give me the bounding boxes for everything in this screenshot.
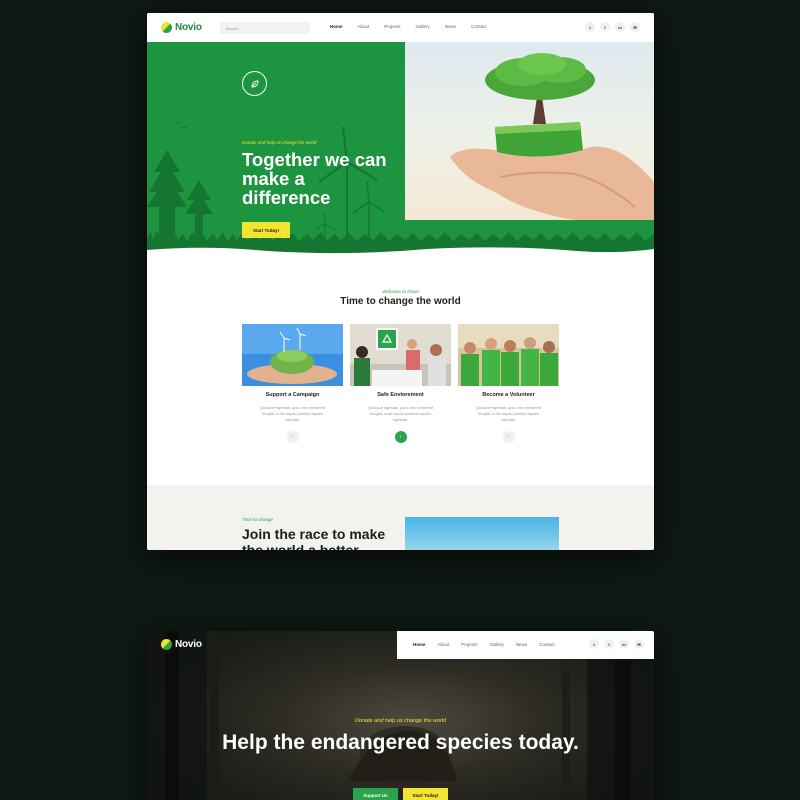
card-title: Safe Enviorement	[377, 392, 424, 398]
homepage-screenshot-dark: Novio Home About Projects Gallery News C…	[147, 631, 654, 800]
logo-text: Novio	[175, 639, 202, 650]
search-input[interactable]: Search	[219, 21, 310, 34]
card-title: Become a Volunteer	[482, 392, 535, 398]
leaf-badge-icon	[242, 71, 267, 96]
forest-silhouette	[147, 121, 654, 257]
hero-section: Donate and help us change the world Toge…	[147, 42, 654, 257]
mail-icon[interactable]: ✉	[630, 22, 640, 32]
start-today-button[interactable]: Start Today!	[403, 788, 448, 800]
card-title: Support a Campaign	[265, 392, 320, 398]
site-header: Novio Search Home About Projects Gallery…	[147, 13, 654, 42]
social-links: t f in ✉	[589, 639, 644, 649]
twitter-icon[interactable]: t	[589, 639, 599, 649]
homepage-screenshot-light: Novio Search Home About Projects Gallery…	[147, 13, 654, 550]
card-text: Quisque egestas, justo nec hendrerit feu…	[475, 405, 542, 422]
logo-text: Novio	[175, 22, 202, 33]
nav-news[interactable]: News	[445, 24, 456, 29]
nav-home[interactable]: Home	[413, 642, 426, 647]
linkedin-icon[interactable]: in	[619, 639, 629, 649]
nav-contact[interactable]: Contact	[539, 642, 555, 647]
race-kicker: Time to change	[242, 517, 273, 522]
card-text: Quisque egestas, justo nec hendrerit feu…	[259, 405, 326, 422]
nav-about[interactable]: About	[438, 642, 450, 647]
race-image-sky	[405, 517, 559, 550]
card-image-recycling-meeting	[350, 324, 451, 386]
card-image-volunteers	[458, 324, 559, 386]
nav-projects[interactable]: Projects	[461, 642, 477, 647]
race-section: Time to change Join the race to make the…	[147, 485, 654, 550]
main-nav: Home About Projects Gallery News Contact	[413, 642, 555, 647]
nav-home[interactable]: Home	[330, 24, 343, 29]
site-logo[interactable]: Novio	[161, 22, 202, 33]
linkedin-icon[interactable]: in	[615, 22, 625, 32]
nav-about[interactable]: About	[358, 24, 370, 29]
mail-icon[interactable]: ✉	[634, 639, 644, 649]
nav-contact[interactable]: Contact	[471, 24, 487, 29]
hero-kicker: Donate and help us change the world	[354, 718, 447, 724]
card-text: Quisque egestas, justo nec hendrerit feu…	[367, 405, 434, 422]
hero-buttons: Support Us Start Today!	[147, 788, 654, 800]
nav-gallery[interactable]: Gallery	[490, 642, 504, 647]
card-become-volunteer: Become a Volunteer Quisque egestas, just…	[458, 324, 559, 443]
nav-projects[interactable]: Projects	[384, 24, 400, 29]
feature-cards: Support a Campaign Quisque egestas, just…	[242, 324, 559, 443]
race-title: Join the race to make the world a better	[242, 526, 386, 550]
welcome-section: Welcome to Novio Time to change the worl…	[147, 257, 654, 307]
card-image-earth-in-hand	[242, 324, 343, 386]
site-logo[interactable]: Novio	[161, 639, 202, 650]
facebook-icon[interactable]: f	[604, 639, 614, 649]
leaf-logo-icon	[161, 639, 172, 650]
hero-title: Help the endangered species today.	[222, 731, 579, 754]
welcome-title: Time to change the world	[340, 296, 461, 307]
card-support-campaign: Support a Campaign Quisque egestas, just…	[242, 324, 343, 443]
start-today-button[interactable]: Start Today!	[242, 222, 290, 238]
facebook-icon[interactable]: f	[600, 22, 610, 32]
card-arrow-button[interactable]: ›	[394, 431, 407, 443]
main-nav: Home About Projects Gallery News Contact	[330, 24, 487, 29]
card-arrow-button[interactable]: ›	[502, 431, 515, 443]
hero-title: Together we can make a difference	[242, 149, 387, 208]
social-links: t f in ✉	[585, 22, 640, 32]
hero-kicker: Donate and help us change the world	[242, 140, 317, 145]
leaf-logo-icon	[161, 22, 172, 33]
support-us-button[interactable]: Support Us	[353, 788, 398, 800]
card-arrow-button[interactable]: ›	[286, 431, 299, 443]
twitter-icon[interactable]: t	[585, 22, 595, 32]
nav-news[interactable]: News	[516, 642, 527, 647]
welcome-kicker: Welcome to Novio	[382, 289, 419, 294]
nav-gallery[interactable]: Gallery	[416, 24, 430, 29]
card-safe-environment: Safe Enviorement Quisque egestas, justo …	[350, 324, 451, 443]
nav-panel: Home About Projects Gallery News Contact…	[397, 631, 654, 659]
